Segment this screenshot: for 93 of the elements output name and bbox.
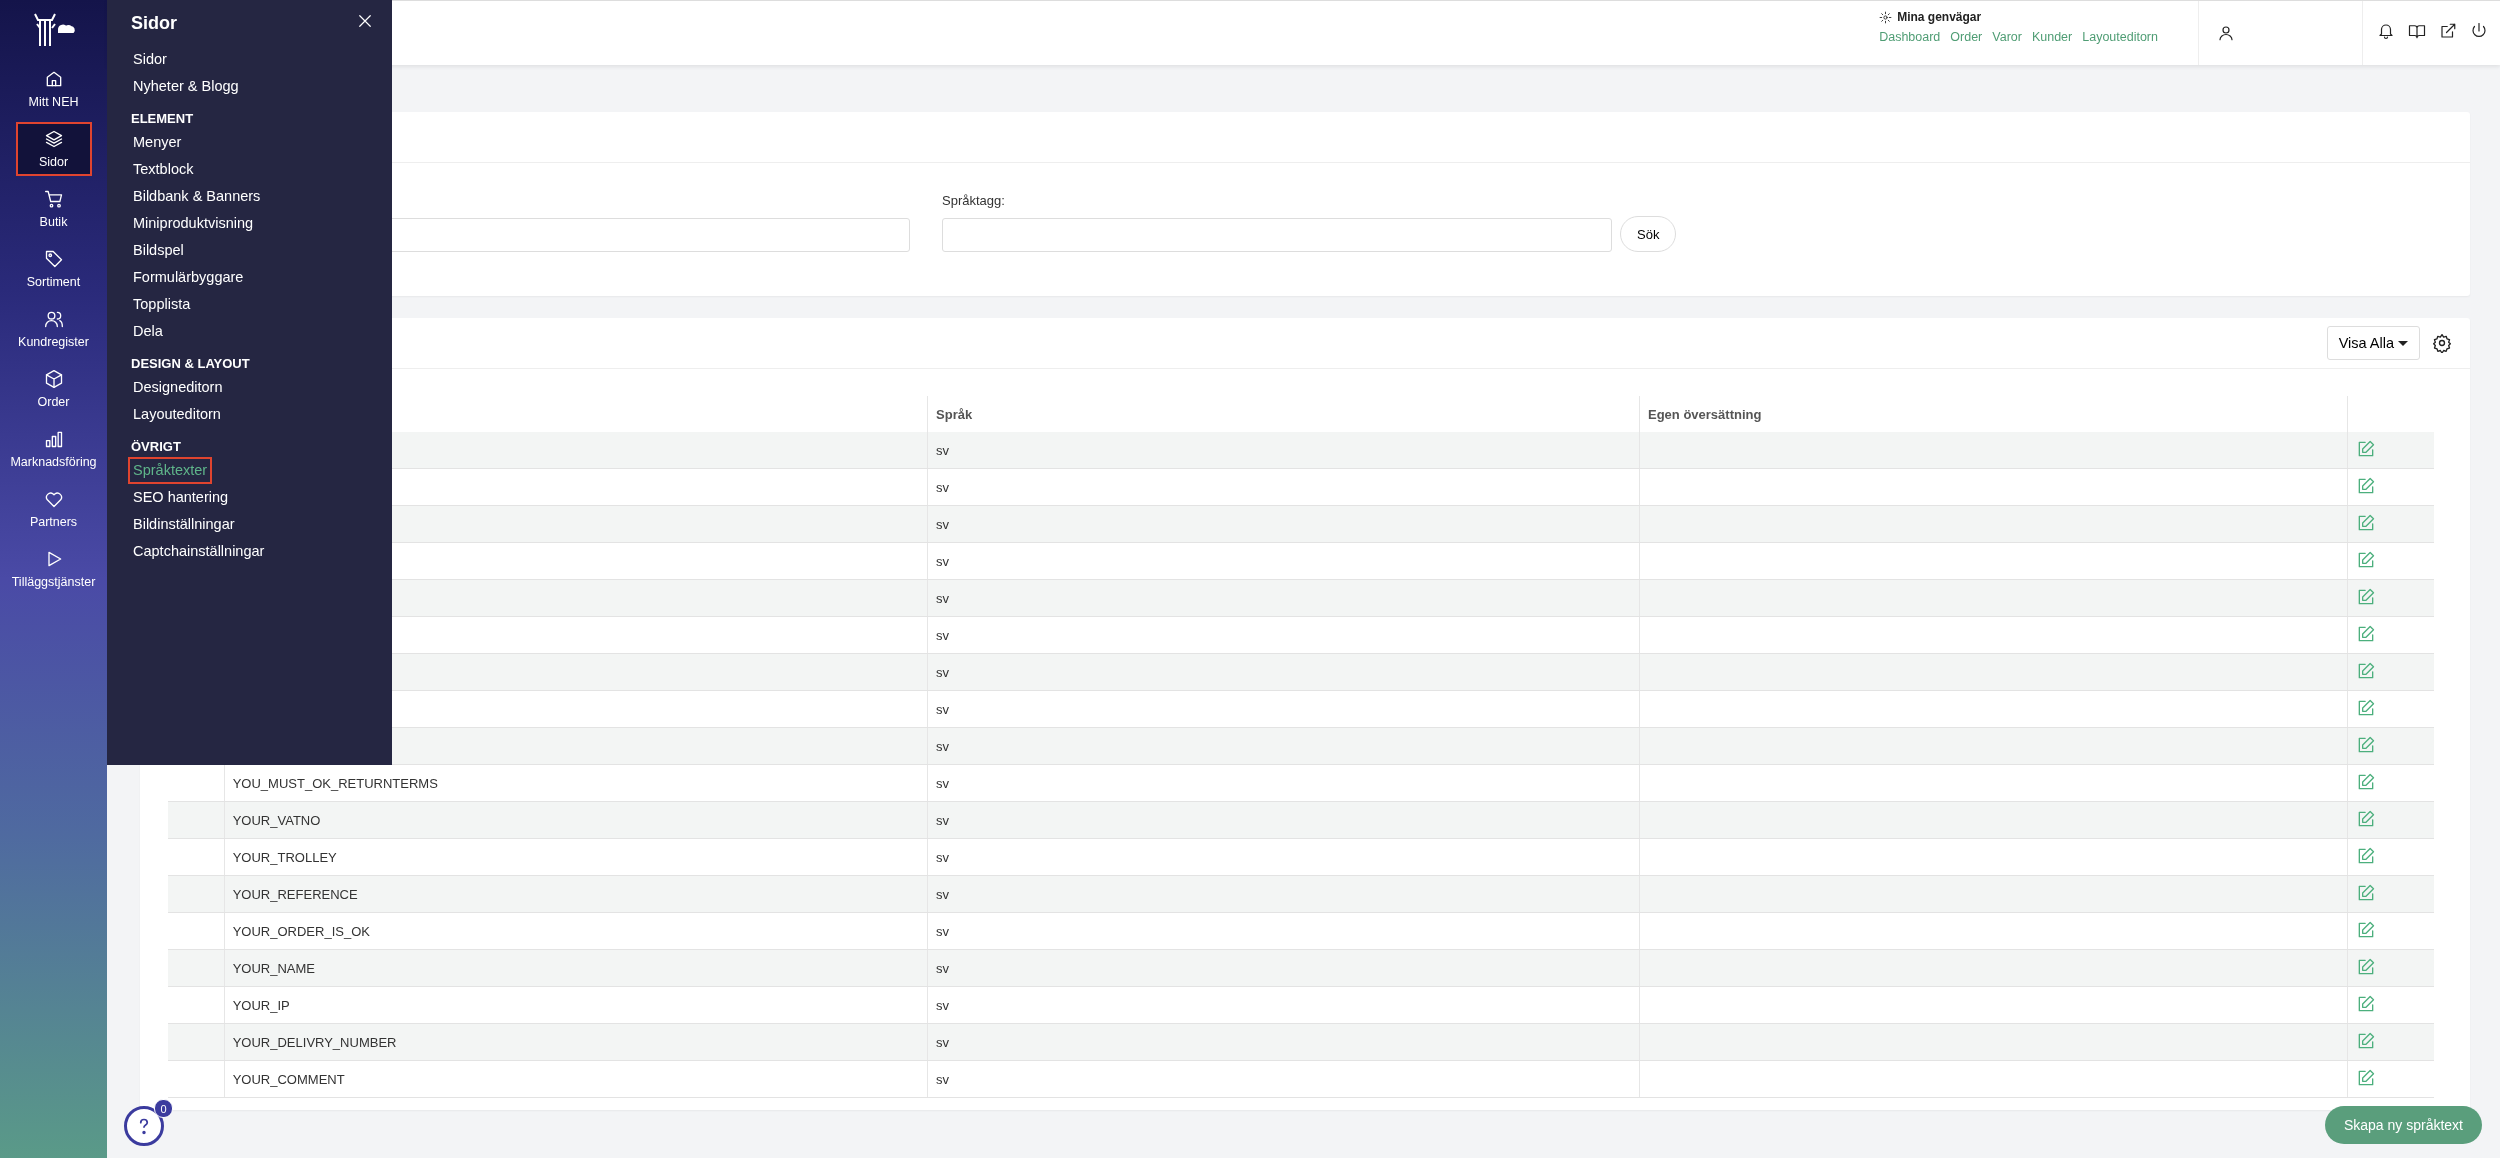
submenu-item[interactable]: Designeditorn [128,374,228,401]
tag-icon [43,249,64,269]
edit-icon[interactable] [2356,993,2377,1014]
box-icon [43,369,64,389]
edit-icon[interactable] [2356,1030,2377,1051]
bar-chart-icon [43,429,64,449]
edit-icon[interactable] [2356,808,2377,829]
table-cell: sv [927,801,1640,839]
submenu-item[interactable]: Menyer [128,129,187,156]
bell-icon[interactable] [2377,22,2395,40]
table-cell: sv [927,542,1640,580]
table-cell: sv [927,616,1640,654]
edit-icon[interactable] [2356,512,2377,533]
table-cell: YOUR_ORDER_IS_OK [224,912,928,950]
field-label: Språktagg: [942,193,1006,208]
submenu-item[interactable]: Captchainställningar [128,538,270,565]
edit-icon[interactable] [2356,438,2377,459]
edit-icon[interactable] [2356,1067,2377,1088]
table-cell: sv [927,653,1640,691]
filter-dropdown[interactable]: Visa Alla [2326,326,2420,360]
edit-icon[interactable] [2356,475,2377,496]
help-button[interactable] [124,1106,164,1146]
submenu-item[interactable]: SEO hantering [128,484,234,511]
edit-icon[interactable] [2356,956,2377,977]
submenu-item[interactable]: Formulärbyggare [128,264,249,291]
sidebar-item[interactable]: Order [13,362,94,416]
edit-icon[interactable] [2356,697,2377,718]
submenu-item[interactable]: Textblock [128,156,199,183]
edit-icon[interactable] [2356,845,2377,866]
table-cell: sv [927,579,1640,617]
submenu-title: Sidor [131,12,177,34]
sidebar-item[interactable]: Tilläggstjänster [13,542,94,596]
table-cell: sv [927,432,1640,469]
sidebar-item[interactable]: Mitt NEH [13,62,94,116]
table-cell: sv [927,912,1640,950]
sidebar-item[interactable]: Marknadsföring [13,422,94,476]
edit-icon[interactable] [2356,660,2377,681]
submenu-item[interactable]: Dela [128,318,168,345]
cart-icon [43,189,64,209]
table-cell: sv [927,875,1640,913]
submenu-item[interactable]: Sidor [128,46,172,73]
book-icon[interactable] [2408,22,2426,40]
edit-icon[interactable] [2356,919,2377,940]
edit-icon[interactable] [2356,586,2377,607]
user-icon[interactable] [2217,24,2235,42]
submenu-item[interactable]: Layouteditorn [128,401,226,428]
edit-icon[interactable] [2356,771,2377,792]
table-cell: sv [927,690,1640,728]
submenu-item[interactable]: Nyheter & Blogg [128,73,244,100]
close-icon[interactable] [356,12,374,30]
table-cell: YOUR_REFERENCE [224,875,928,913]
submenu-heading: ÖVRIGT [131,439,182,454]
submenu-item[interactable]: Språktexter [128,457,213,484]
table-cell: sv [927,505,1640,543]
table-cell: sv [927,727,1640,765]
submenu-item[interactable]: Bildinställningar [128,511,240,538]
external-link-icon[interactable] [2439,22,2457,40]
edit-icon[interactable] [2356,882,2377,903]
table-cell: sv [927,838,1640,876]
table-cell: YOUR_DELIVRY_NUMBER [224,1023,928,1061]
submenu-item[interactable]: Bildspel [128,237,189,264]
table-cell: YOUR_TROLLEY [224,838,928,876]
power-icon[interactable] [2470,22,2488,40]
table-cell: YOUR_NAME [224,949,928,987]
search-button[interactable]: Sök [1620,216,1677,252]
submenu-heading: ELEMENT [131,111,195,126]
table-cell: YOUR_COMMENT [224,1060,928,1098]
shortcuts-title: Mina genvägar [1897,10,1982,24]
heart-icon [43,489,64,509]
sidebar-item[interactable]: Kundregister [13,302,94,356]
table-cell: sv [927,1060,1640,1098]
sidebar-item[interactable]: Partners [13,482,94,536]
table-cell: sv [927,468,1640,506]
sidebar-item[interactable]: Sortiment [13,242,94,296]
table-cell: YOUR_VATNO [224,801,928,839]
layers-icon [43,129,64,149]
edit-icon[interactable] [2356,623,2377,644]
submenu-heading: DESIGN & LAYOUT [131,356,251,371]
table-cell: sv [927,949,1640,987]
submenu-item[interactable]: Miniproduktvisning [128,210,259,237]
table-cell: sv [927,764,1640,802]
submenu-item[interactable]: Topplista [128,291,196,318]
search-field[interactable] [942,218,1612,252]
table-cell: YOUR_IP [224,986,928,1024]
sidebar-item[interactable]: Sidor [15,122,92,176]
people-icon [43,309,64,329]
edit-icon[interactable] [2356,734,2377,755]
edit-icon[interactable] [2356,549,2377,570]
settings-icon[interactable] [2432,333,2452,353]
table-cell: sv [927,986,1640,1024]
table-cell: sv [927,1023,1640,1061]
sidebar-item[interactable]: Butik [13,182,94,236]
submenu-item[interactable]: Bildbank & Banners [128,183,266,210]
